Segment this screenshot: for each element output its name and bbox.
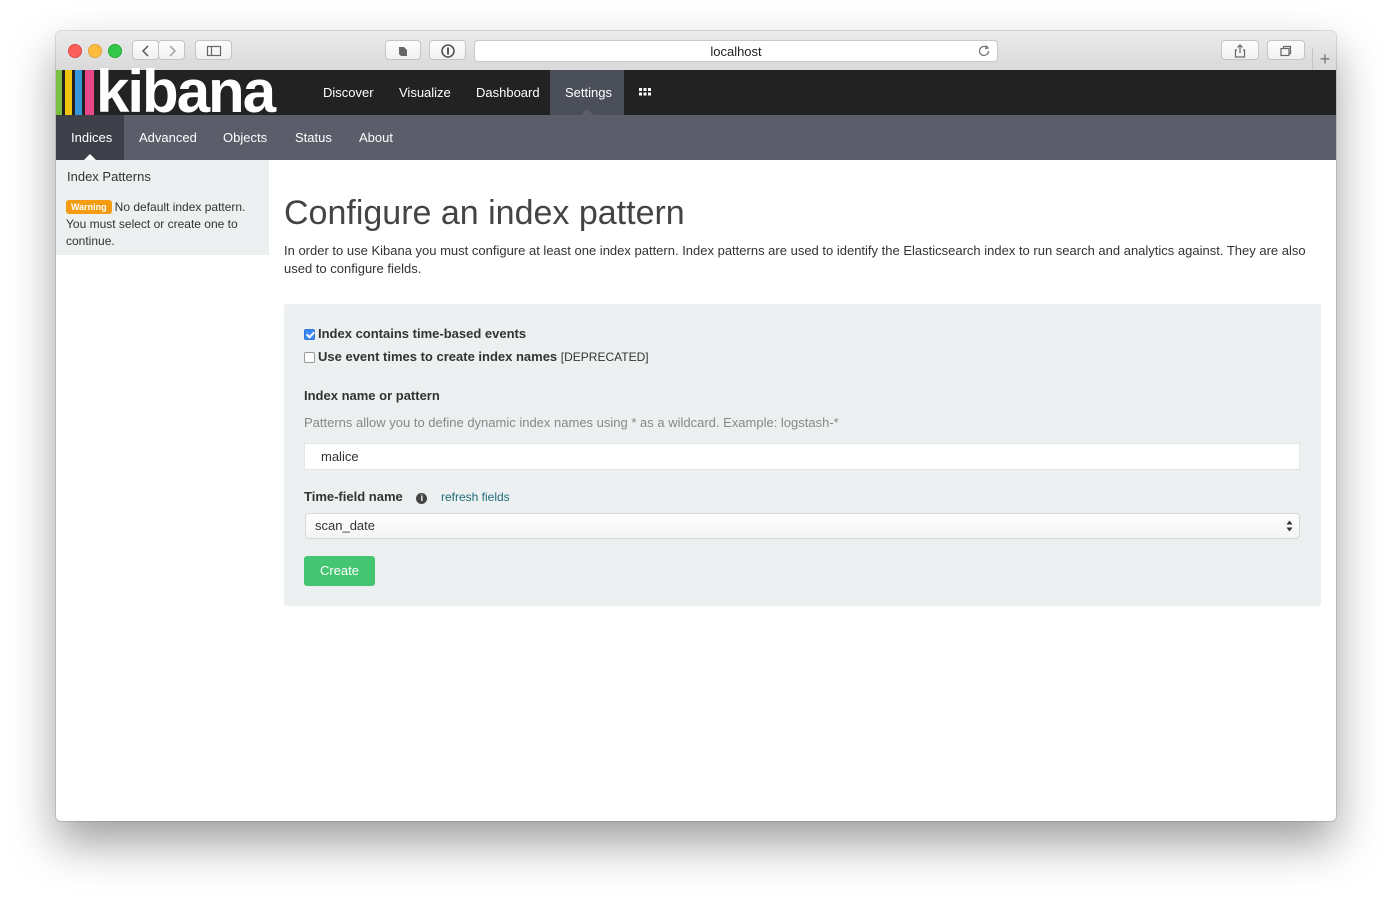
- time-field-label: Time-field name: [304, 489, 403, 504]
- minimize-window-button[interactable]: [88, 44, 102, 58]
- index-pattern-form: Index contains time-based events Use eve…: [284, 304, 1321, 606]
- kibana-logo[interactable]: kibana: [56, 62, 308, 122]
- nav-tab-visualize[interactable]: Visualize: [384, 70, 466, 115]
- 1password-extension-button[interactable]: [429, 40, 466, 60]
- nav-tab-settings[interactable]: Settings: [550, 70, 624, 115]
- share-button[interactable]: [1221, 40, 1259, 60]
- time-based-checkbox[interactable]: [304, 329, 315, 340]
- sidebar-title: Index Patterns: [67, 169, 151, 184]
- sub-tab-objects[interactable]: Objects: [208, 115, 282, 160]
- time-based-label: Index contains time-based events: [318, 326, 527, 341]
- reload-icon[interactable]: [977, 44, 991, 58]
- nav-tab-dashboard[interactable]: Dashboard: [461, 70, 555, 115]
- tabs-icon: [1280, 45, 1292, 57]
- settings-sub-nav: Indices Advanced Objects Status About: [56, 115, 1336, 160]
- address-bar[interactable]: localhost: [474, 40, 998, 62]
- refresh-fields-link[interactable]: refresh fields: [441, 490, 510, 504]
- time-based-checkbox-row[interactable]: Index contains time-based events: [304, 326, 526, 341]
- index-name-input[interactable]: malice: [304, 443, 1300, 470]
- page-title: Configure an index pattern: [284, 194, 685, 232]
- logo-stripe: [65, 70, 72, 115]
- logo-text: kibana: [96, 58, 276, 125]
- sidebar-toggle-button[interactable]: [195, 40, 232, 60]
- close-window-button[interactable]: [68, 44, 82, 58]
- index-name-label: Index name or pattern: [304, 388, 440, 403]
- zoom-window-button[interactable]: [108, 44, 122, 58]
- select-arrows-icon: [1286, 520, 1293, 532]
- url-text: localhost: [710, 44, 762, 59]
- time-field-label-row: Time-field name i refresh fields: [304, 489, 510, 504]
- time-field-select[interactable]: scan_date: [305, 513, 1300, 539]
- back-button[interactable]: [132, 40, 159, 60]
- evernote-extension-button[interactable]: [385, 40, 421, 60]
- event-times-checkbox-row[interactable]: Use event times to create index names [D…: [304, 349, 649, 364]
- browser-window: localhost + kibana Discover Visualize Da…: [56, 31, 1336, 821]
- apps-menu-button[interactable]: [624, 70, 666, 115]
- intro-text: In order to use Kibana you must configur…: [284, 243, 1306, 276]
- share-icon: [1234, 44, 1246, 58]
- forward-button[interactable]: [158, 40, 185, 60]
- no-default-warning: Warning No default index pattern. You mus…: [66, 199, 261, 250]
- info-icon[interactable]: i: [416, 493, 428, 504]
- nav-tab-discover[interactable]: Discover: [308, 70, 389, 115]
- deprecated-tag: [DEPRECATED]: [560, 350, 649, 364]
- sub-tab-about[interactable]: About: [344, 115, 408, 160]
- keyhole-icon: [440, 44, 455, 58]
- warning-badge: Warning: [66, 200, 112, 214]
- create-button[interactable]: Create: [304, 556, 375, 586]
- logo-stripe: [75, 70, 82, 115]
- history-nav: [132, 40, 185, 60]
- index-patterns-sidebar: Index Patterns Warning No default index p…: [56, 160, 269, 255]
- elephant-icon: [399, 47, 407, 56]
- time-field-selected-value: scan_date: [315, 518, 375, 533]
- app-grid-icon: [639, 88, 651, 96]
- new-tab-button[interactable]: +: [1312, 48, 1336, 70]
- kibana-top-nav: kibana Discover Visualize Dashboard Sett…: [56, 62, 1336, 122]
- event-times-label: Use event times to create index names: [318, 349, 558, 364]
- index-name-help: Patterns allow you to define dynamic ind…: [304, 415, 839, 430]
- logo-stripe: [56, 70, 62, 115]
- event-times-checkbox[interactable]: [304, 352, 315, 363]
- sub-tab-status[interactable]: Status: [280, 115, 347, 160]
- logo-stripe: [85, 70, 94, 115]
- sub-tab-indices[interactable]: Indices: [56, 115, 124, 160]
- sub-tab-advanced[interactable]: Advanced: [124, 115, 212, 160]
- tabs-overview-button[interactable]: [1267, 40, 1305, 60]
